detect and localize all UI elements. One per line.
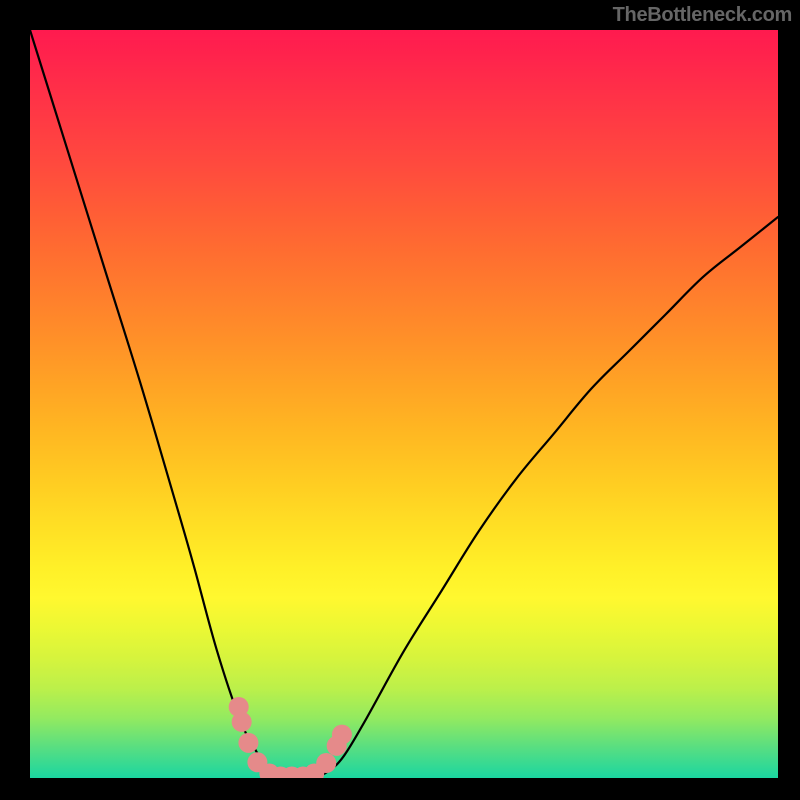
marker-group: [229, 697, 352, 778]
curve-marker: [232, 712, 252, 732]
curve-marker: [316, 753, 336, 773]
curve-marker: [238, 733, 258, 753]
attribution-watermark: TheBottleneck.com: [613, 4, 792, 27]
chart-frame: TheBottleneck.com: [0, 0, 800, 800]
curve-marker: [332, 725, 352, 745]
bottleneck-curve: [30, 30, 778, 778]
chart-svg: [30, 30, 778, 778]
plot-area: [30, 30, 778, 778]
